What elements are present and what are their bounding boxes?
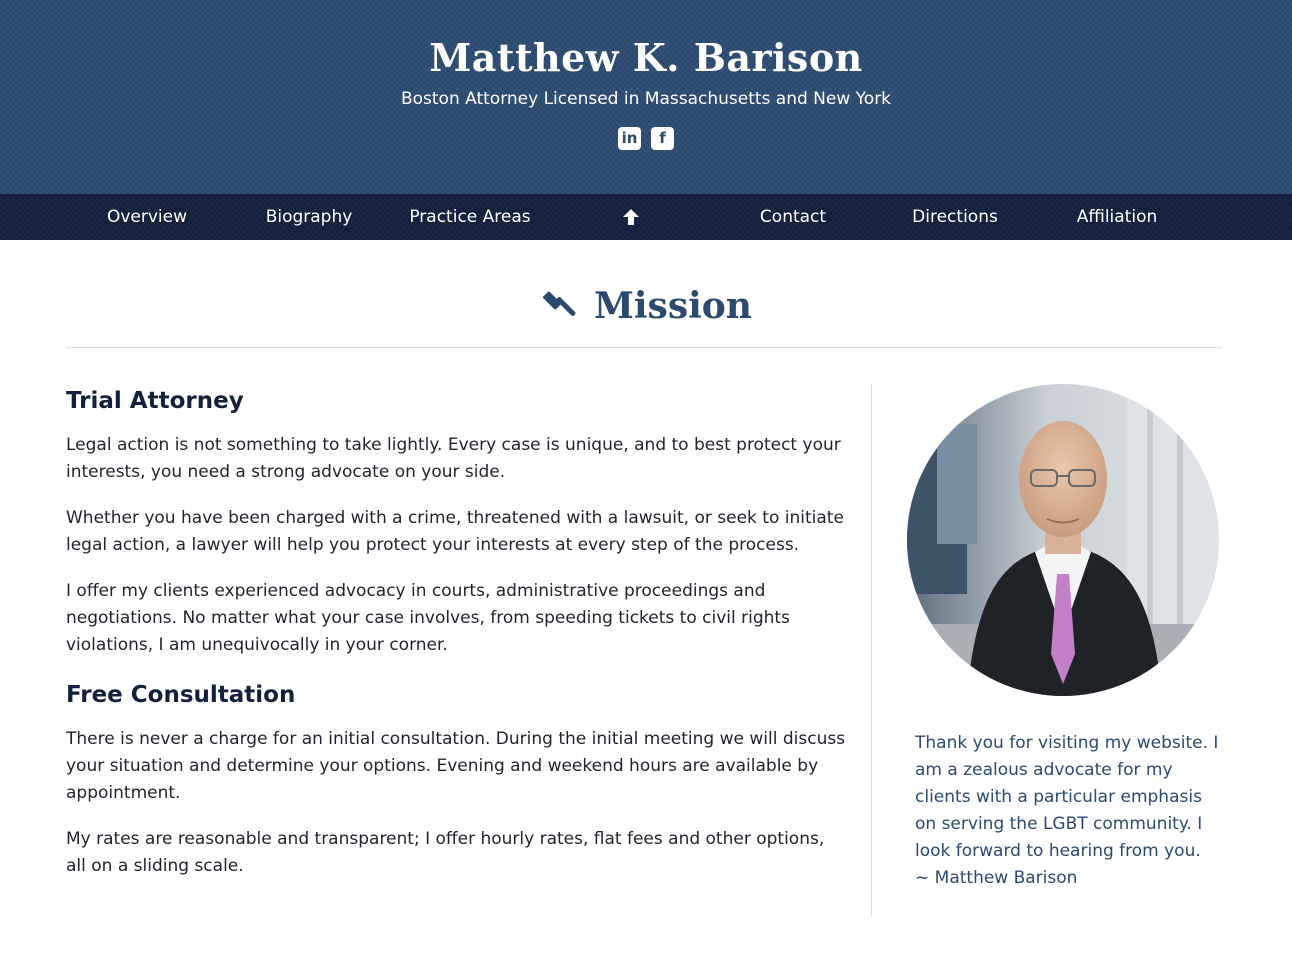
site-header: Matthew K. Barison Boston Attorney Licen… (0, 0, 1292, 194)
heading-trial-attorney: Trial Attorney (66, 388, 244, 414)
nav-item-affiliation[interactable]: Affiliation (1077, 194, 1158, 240)
section-title: Mission (594, 285, 752, 327)
heading-free-consultation: Free Consultation (66, 682, 296, 708)
paragraph-3: I offer my clients experienced advocacy … (66, 581, 790, 655)
main-content: Trial Attorney Legal action is not somet… (66, 384, 846, 899)
attorney-photo (907, 384, 1219, 696)
attorney-portrait-image (907, 384, 1219, 696)
sidebar-message: Thank you for visiting my website. I am … (915, 730, 1220, 892)
sidebar-message-text: Thank you for visiting my website. I am … (915, 733, 1219, 861)
nav-item-biography[interactable]: Biography (266, 194, 353, 240)
gavel-icon (543, 291, 576, 316)
paragraph-2: Whether you have been charged with a cri… (66, 508, 844, 555)
nav-item-practice-areas[interactable]: Practice Areas (409, 194, 530, 240)
paragraph-4: There is never a charge for an initial c… (66, 729, 846, 803)
nav-item-overview[interactable]: Overview (107, 194, 187, 240)
site-title[interactable]: Matthew K. Barison (0, 0, 1292, 80)
facebook-icon[interactable]: f (651, 127, 674, 150)
paragraph-5: My rates are reasonable and transparent;… (66, 829, 825, 876)
nav-item-contact[interactable]: Contact (760, 194, 826, 240)
paragraph-1: Legal action is not something to take li… (66, 435, 841, 482)
linkedin-icon[interactable]: in (618, 127, 641, 150)
social-links: in f (0, 127, 1292, 150)
main-nav: Overview Biography Practice Areas Contac… (0, 194, 1292, 240)
site-subtitle: Boston Attorney Licensed in Massachusett… (400, 89, 892, 109)
nav-item-directions[interactable]: Directions (912, 194, 998, 240)
column-divider (871, 384, 872, 916)
arrow-up-icon[interactable] (622, 208, 640, 226)
section-divider (66, 347, 1222, 348)
sidebar-signature: ~ Matthew Barison (915, 868, 1078, 888)
section-header: Mission (0, 276, 1292, 336)
